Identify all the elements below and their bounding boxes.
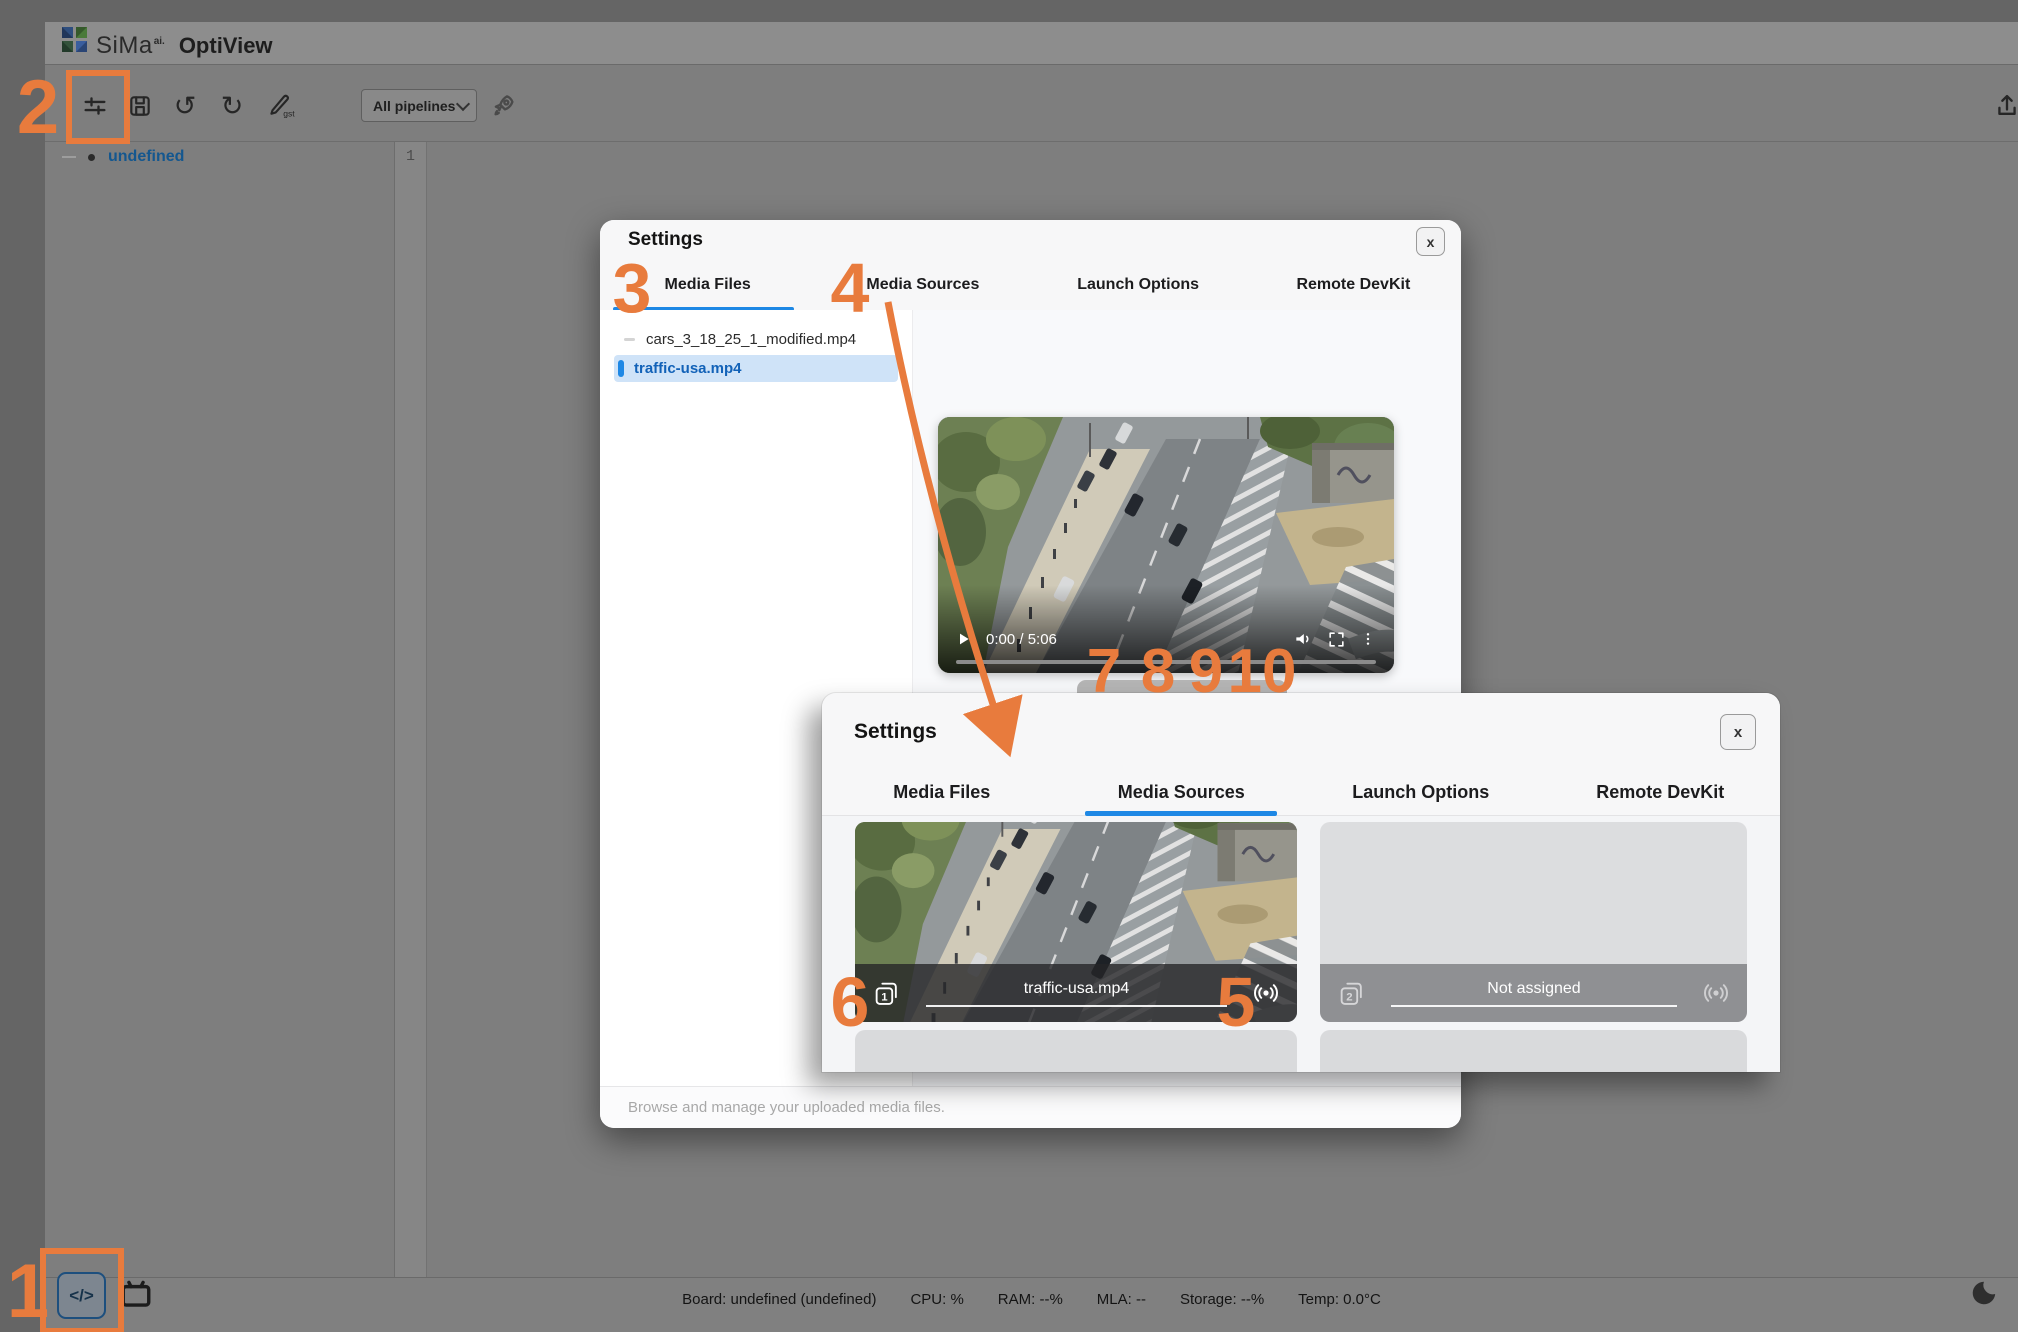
tab-remote-devkit[interactable]: Remote DevKit (1541, 770, 1781, 815)
source-name-input[interactable]: traffic-usa.mp4 (926, 980, 1227, 1007)
screen: SiMa ai. OptiView ↺ ↻ gst All pipelines (0, 0, 2018, 1332)
active-tab-underline (1085, 811, 1277, 816)
settings-tabs: Media Files Media Sources Launch Options… (822, 770, 1780, 816)
save-icon (127, 93, 153, 119)
fullscreen-icon[interactable] (1327, 630, 1346, 649)
tab-remote-devkit[interactable]: Remote DevKit (1246, 260, 1461, 310)
dialog-header: Settings (600, 220, 1461, 261)
video-time: 0:00 / 5:06 (986, 631, 1057, 648)
source-number-icon: 2 (1338, 980, 1365, 1007)
footer-hint: Browse and manage your uploaded media fi… (628, 1099, 945, 1116)
tab-launch-options[interactable]: Launch Options (1031, 260, 1246, 310)
pencil-gst-icon: gst (265, 91, 295, 121)
dialog-header: Settings (822, 693, 1780, 771)
more-options-icon[interactable] (1360, 630, 1376, 648)
tree-bullet-icon (88, 154, 95, 161)
app-header: SiMa ai. OptiView (45, 22, 2018, 65)
status-ram: RAM: --% (998, 1291, 1063, 1308)
tv-icon (119, 1276, 153, 1310)
file-name: traffic-usa.mp4 (634, 360, 742, 377)
status-temp: Temp: 0.0°C (1298, 1291, 1381, 1308)
settings-dialog-media-sources: Settings x Media Files Media Sources Lau… (822, 693, 1780, 1072)
media-source-card-4[interactable] (1320, 1030, 1747, 1072)
annotation-8: 8 (1141, 641, 1175, 703)
pipeline-tree-item[interactable]: undefined (62, 148, 184, 166)
rocket-icon (490, 92, 518, 120)
svg-text:gst: gst (283, 109, 295, 119)
broadcast-icon[interactable] (1253, 980, 1279, 1006)
annotation-1: 1 (7, 1254, 49, 1330)
file-row[interactable]: cars_3_18_25_1_modified.mp4 (614, 326, 898, 353)
status-storage: Storage: --% (1180, 1291, 1264, 1308)
editor-gutter: 1 (395, 142, 427, 1277)
annotation-4: 4 (831, 253, 870, 323)
selected-pill-icon (618, 360, 624, 377)
tab-media-files[interactable]: Media Files (822, 770, 1062, 815)
sima-logo-icon (61, 26, 88, 53)
close-icon: x (1427, 234, 1435, 250)
svg-text:2: 2 (1346, 991, 1352, 1003)
status-cpu: CPU: % (910, 1291, 963, 1308)
redo-button[interactable]: ↻ (215, 89, 249, 123)
file-row-selected[interactable]: traffic-usa.mp4 (614, 355, 898, 382)
file-marker-icon (624, 338, 635, 341)
brand: SiMa ai. OptiView (61, 26, 273, 60)
pipeline-filter-value: All pipelines (373, 98, 458, 114)
status-bar: Board: undefined (undefined) CPU: % RAM:… (45, 1277, 2018, 1332)
status-mla: MLA: -- (1097, 1291, 1146, 1308)
tab-media-sources[interactable]: Media Sources (1062, 770, 1302, 815)
annotation-6: 6 (831, 967, 870, 1037)
edit-gst-button[interactable]: gst (263, 89, 297, 123)
status-board: Board: undefined (undefined) (682, 1291, 876, 1308)
moon-icon (1968, 1278, 1998, 1308)
file-name: cars_3_18_25_1_modified.mp4 (646, 331, 856, 348)
dialog-title: Settings (854, 720, 937, 744)
redo-icon: ↻ (221, 93, 244, 120)
preview-tv-button[interactable] (119, 1276, 153, 1315)
broadcast-icon[interactable] (1703, 980, 1729, 1006)
annotation-7: 7 (1087, 641, 1121, 703)
pipeline-filter-select[interactable]: All pipelines (361, 89, 477, 122)
export-icon (1993, 92, 2018, 120)
close-icon: x (1734, 724, 1742, 741)
svg-text:1: 1 (881, 991, 888, 1003)
play-icon[interactable] (956, 631, 972, 647)
close-button[interactable]: x (1720, 714, 1756, 750)
annotation-9: 9 (1189, 641, 1223, 703)
brand-superscript: ai. (154, 36, 165, 47)
pipeline-name: undefined (108, 148, 184, 166)
launch-pipeline-button[interactable] (487, 89, 521, 123)
source-number-icon: 1 (873, 980, 900, 1007)
annotation-box-1 (40, 1248, 124, 1332)
tree-collapse-icon[interactable] (62, 156, 76, 158)
source-assignment-bar: 2 Not assigned (1320, 964, 1747, 1022)
annotation-2: 2 (17, 70, 59, 146)
export-button[interactable] (1990, 89, 2018, 123)
settings-tabs: Media Files Media Sources Launch Options… (600, 260, 1461, 311)
source-name-input[interactable]: Not assigned (1391, 980, 1677, 1007)
dialog-footer: Browse and manage your uploaded media fi… (600, 1086, 1461, 1128)
dialog-title: Settings (628, 229, 703, 251)
annotation-box-2 (66, 70, 130, 144)
toolbar: ↺ ↻ gst All pipelines (45, 65, 2018, 142)
undo-button[interactable]: ↺ (168, 89, 202, 123)
annotation-3: 3 (613, 253, 652, 323)
line-number: 1 (395, 148, 426, 165)
annotation-5: 5 (1217, 967, 1256, 1037)
undo-icon: ↺ (174, 93, 197, 120)
brand-name: SiMa (96, 32, 153, 60)
product-title: OptiView (179, 33, 273, 59)
video-player[interactable]: 0:00 / 5:06 (938, 417, 1394, 673)
dark-mode-toggle[interactable] (1968, 1278, 1998, 1313)
tab-launch-options[interactable]: Launch Options (1301, 770, 1541, 815)
media-source-card-2[interactable]: 2 Not assigned (1320, 822, 1747, 1022)
annotation-10: 10 (1228, 641, 1297, 703)
chevron-down-icon (456, 96, 470, 110)
close-button[interactable]: x (1416, 227, 1445, 256)
